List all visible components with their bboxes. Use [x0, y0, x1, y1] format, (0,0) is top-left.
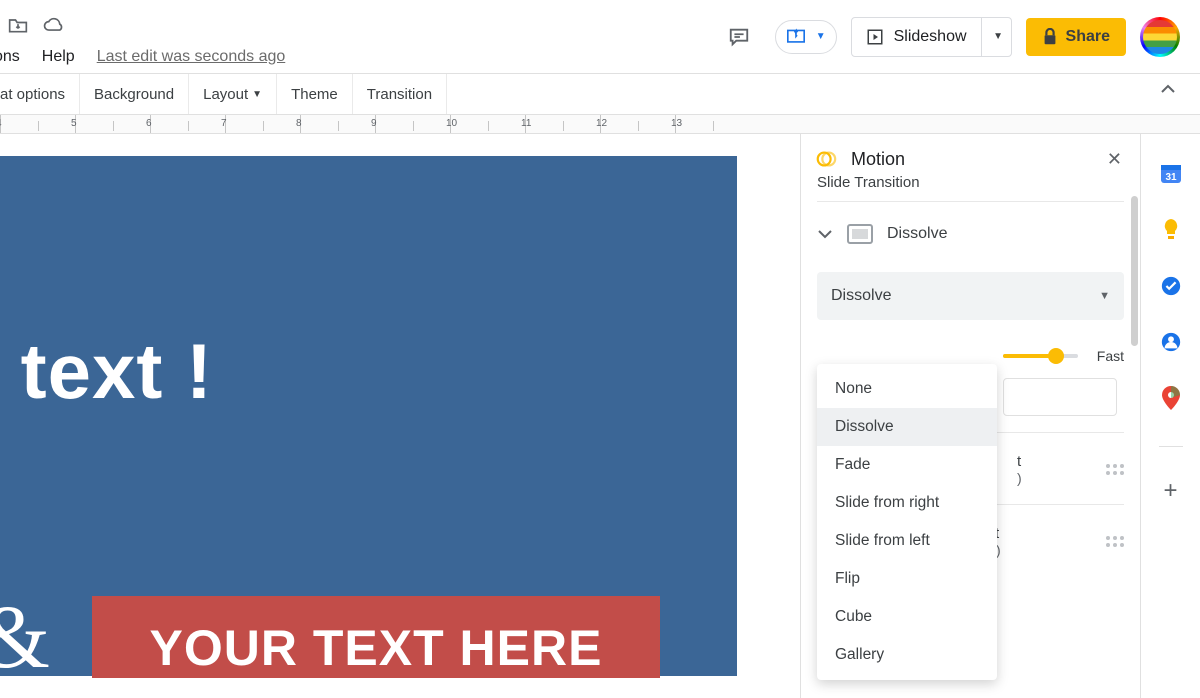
close-panel-icon[interactable]: ✕	[1107, 149, 1122, 170]
tasks-icon[interactable]	[1159, 274, 1183, 298]
theme-button[interactable]: Theme	[277, 74, 353, 114]
dropdown-option-flip[interactable]: Flip	[817, 560, 997, 598]
motion-panel-title: Motion	[851, 149, 905, 170]
slide-ampersand[interactable]: &	[0, 586, 50, 678]
last-edit-link[interactable]: Last edit was seconds ago	[97, 48, 286, 66]
dropdown-option-none[interactable]: None	[817, 370, 997, 408]
menu-help[interactable]: Help	[42, 48, 75, 66]
motion-panel: Motion ✕ Slide Transition Dissolve Disso…	[800, 134, 1140, 698]
slide-canvas[interactable]: ur text ! & YOUR TEXT HERE	[0, 134, 800, 678]
slideshow-button-group: Slideshow ▼	[851, 17, 1012, 57]
contacts-icon[interactable]	[1159, 330, 1183, 354]
motion-icon	[815, 148, 837, 170]
dropdown-option-dissolve[interactable]: Dissolve	[817, 408, 997, 446]
account-avatar[interactable]	[1140, 17, 1180, 57]
slide-thumbnail-icon	[847, 224, 873, 244]
animation-sublabel: )	[1017, 470, 1022, 486]
slide: ur text ! & YOUR TEXT HERE	[0, 156, 737, 676]
transition-expand-row[interactable]: Dissolve	[817, 202, 1124, 266]
horizontal-ruler: 4 5 6 7 8 9 10 11 12 13	[0, 114, 1200, 134]
format-options-button[interactable]: at options	[0, 74, 80, 114]
cloud-saved-icon[interactable]	[42, 17, 64, 33]
add-addon-icon[interactable]: +	[1159, 479, 1183, 503]
rail-divider	[1159, 446, 1183, 447]
slide-title-text[interactable]: ur text !	[0, 326, 213, 417]
drag-handle-icon[interactable]	[1106, 536, 1124, 547]
slide-badge-text[interactable]: YOUR TEXT HERE	[92, 596, 660, 678]
slider-thumb[interactable]	[1048, 348, 1064, 364]
slideshow-dropdown[interactable]: ▼	[981, 18, 1011, 56]
play-box-icon	[866, 28, 884, 46]
header-left: ons Help Last edit was seconds ago	[0, 8, 285, 66]
speed-slider[interactable]	[1003, 354, 1078, 358]
present-caret-icon: ▼	[816, 31, 826, 42]
keep-icon[interactable]	[1159, 218, 1183, 242]
move-to-folder-icon[interactable]	[8, 16, 28, 34]
transition-dropdown[interactable]: Dissolve ▼	[817, 272, 1124, 320]
svg-text:31: 31	[1165, 172, 1177, 183]
section-slide-transition: Slide Transition	[817, 170, 1124, 202]
share-label: Share	[1066, 28, 1110, 46]
dropdown-option-gallery[interactable]: Gallery	[817, 636, 997, 674]
dropdown-option-slide-right[interactable]: Slide from right	[817, 484, 997, 522]
apply-button-placeholder[interactable]	[1003, 378, 1117, 416]
drag-handle-icon[interactable]	[1106, 464, 1124, 475]
calendar-icon[interactable]: 31	[1159, 162, 1183, 186]
layout-button[interactable]: Layout▼	[189, 74, 277, 114]
share-button[interactable]: Share	[1026, 18, 1126, 56]
dropdown-option-cube[interactable]: Cube	[817, 598, 997, 636]
header-right: ▼ Slideshow ▼ Share	[717, 17, 1180, 57]
dropdown-option-slide-left[interactable]: Slide from left	[817, 522, 997, 560]
speed-fast-label: Fast	[1088, 348, 1124, 364]
chevron-down-icon: ▼	[252, 89, 262, 100]
chevron-down-icon: ▼	[993, 31, 1003, 42]
slideshow-button[interactable]: Slideshow	[852, 18, 981, 56]
maps-icon[interactable]	[1159, 386, 1183, 410]
lock-icon	[1042, 28, 1058, 46]
chevron-down-icon: ▼	[1099, 290, 1110, 302]
side-rail: 31 +	[1140, 134, 1200, 698]
menu-addons[interactable]: ons	[0, 48, 20, 66]
collapse-toolbar-icon[interactable]	[1160, 82, 1176, 96]
background-button[interactable]: Background	[80, 74, 189, 114]
dropdown-selected-label: Dissolve	[831, 287, 891, 305]
dropdown-option-fade[interactable]: Fade	[817, 446, 997, 484]
format-toolbar: at options Background Layout▼ Theme Tran…	[0, 74, 1200, 114]
slideshow-label: Slideshow	[894, 28, 967, 46]
main-area: ur text ! & YOUR TEXT HERE Motion ✕ Slid…	[0, 134, 1200, 678]
header-bar: ons Help Last edit was seconds ago ▼ Sli…	[0, 0, 1200, 74]
animation-label: t	[1017, 453, 1022, 470]
panel-scrollbar[interactable]	[1131, 196, 1138, 346]
transition-dropdown-menu: None Dissolve Fade Slide from right Slid…	[817, 364, 997, 680]
transition-button[interactable]: Transition	[353, 74, 447, 114]
comments-icon[interactable]	[717, 19, 761, 55]
transition-type-label: Dissolve	[887, 225, 947, 243]
present-dropdown[interactable]: ▼	[775, 20, 837, 54]
chevron-down-icon	[817, 228, 833, 240]
